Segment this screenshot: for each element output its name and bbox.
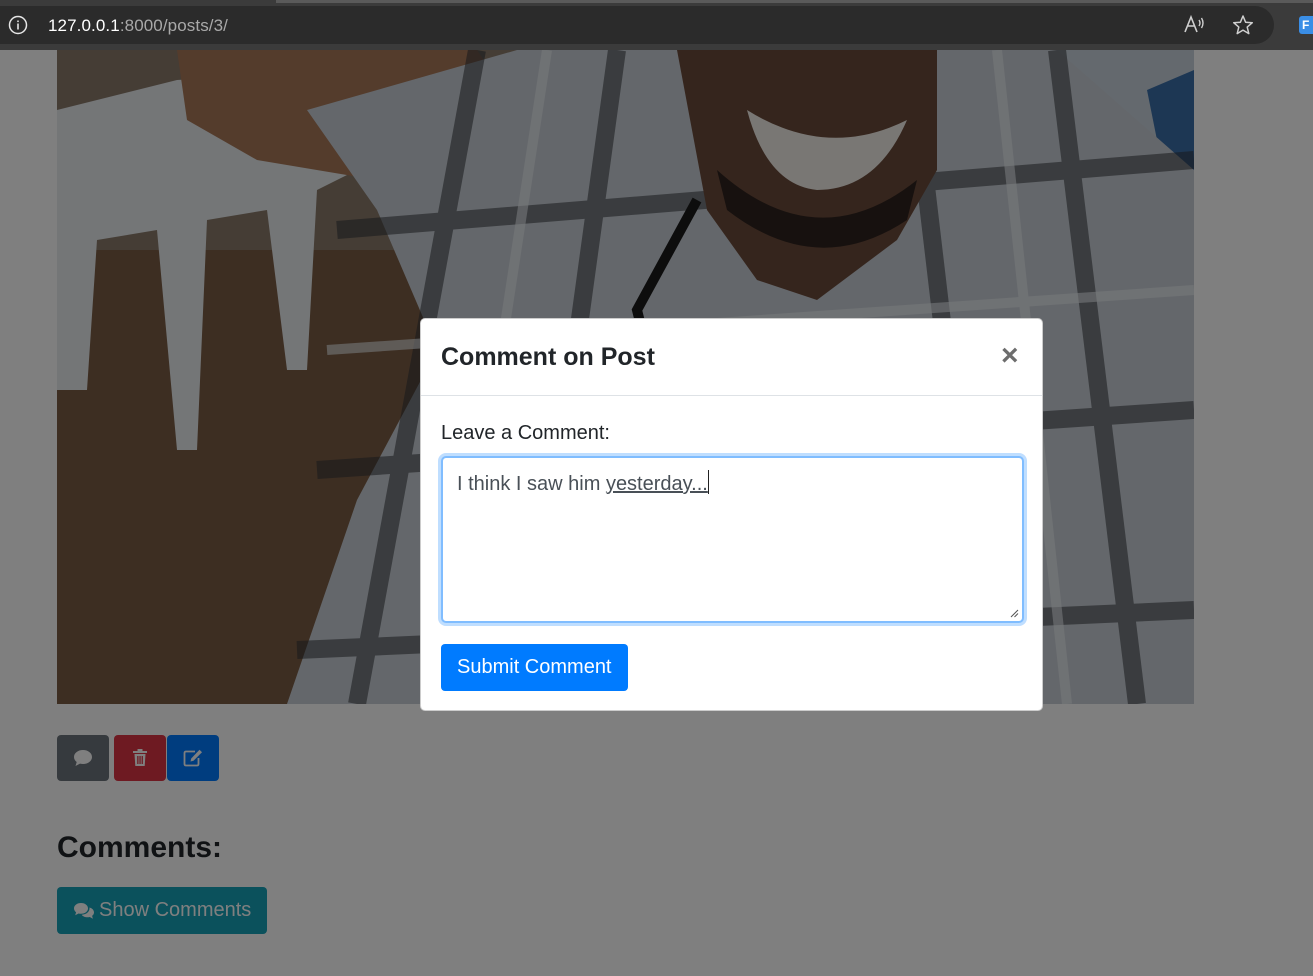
read-aloud-icon[interactable]: [1183, 14, 1205, 36]
tab-strip: [276, 0, 1313, 3]
comment-text-flagged: yesterday...: [605, 473, 708, 495]
favorite-star-icon[interactable]: [1232, 14, 1254, 36]
info-icon[interactable]: [8, 15, 28, 35]
text-caret: [707, 470, 709, 494]
comment-modal: Comment on Post × Leave a Comment: I thi…: [420, 318, 1043, 711]
url-text[interactable]: 127.0.0.1:8000/posts/3/: [48, 16, 228, 36]
resize-handle-icon[interactable]: [1009, 608, 1019, 618]
comment-textarea[interactable]: I think I saw him yesterday...: [441, 456, 1024, 623]
browser-toolbar: 127.0.0.1:8000/posts/3/ F: [0, 0, 1313, 50]
comment-field-label: Leave a Comment:: [441, 422, 610, 444]
modal-header: Comment on Post ×: [421, 319, 1042, 396]
submit-comment-button[interactable]: Submit Comment: [441, 644, 628, 691]
url-path: :8000/posts/3/: [119, 16, 229, 35]
modal-title: Comment on Post: [441, 343, 655, 371]
url-host: 127.0.0.1: [48, 16, 120, 35]
close-icon[interactable]: ×: [1001, 341, 1019, 371]
address-bar[interactable]: 127.0.0.1:8000/posts/3/: [0, 6, 1274, 44]
comment-text-plain: I think I saw him: [457, 473, 606, 495]
extension-icon[interactable]: F: [1299, 16, 1313, 34]
